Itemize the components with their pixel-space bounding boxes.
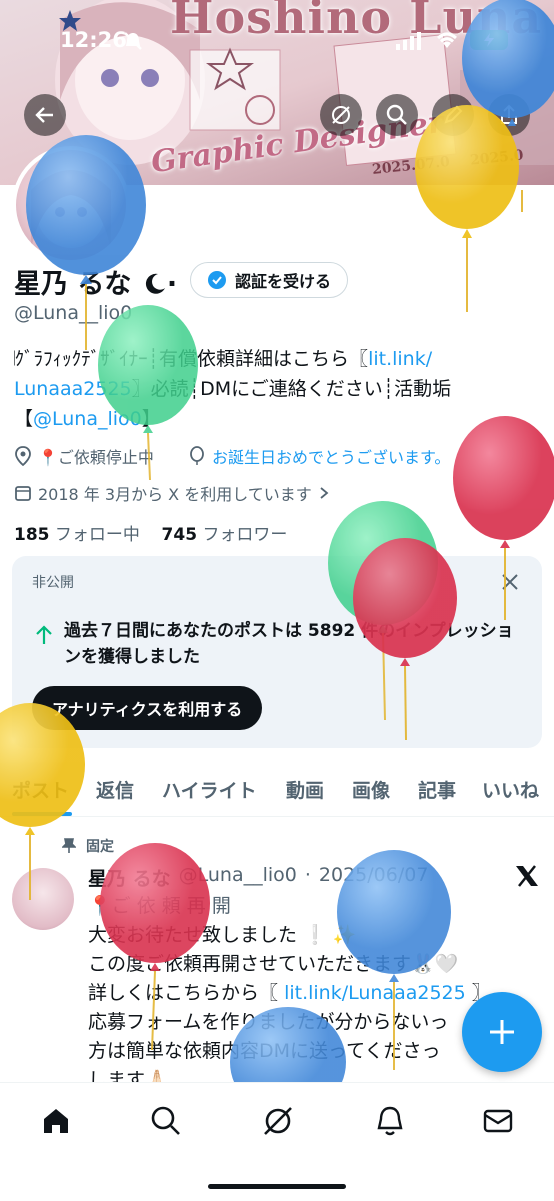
tab-articles[interactable]: 記事 — [418, 776, 456, 803]
mail-icon — [483, 1109, 513, 1133]
following-label: フォロー中 — [54, 525, 140, 545]
bio-link-litlink-a[interactable]: lit.link/ — [368, 348, 432, 370]
post-line-2: 大変お待たせ致しました ❕ ✨ — [88, 924, 357, 946]
battery-icon — [470, 30, 508, 50]
cellular-signal-icon — [396, 32, 421, 50]
follow-stats: 185 フォロー中 745 フォロワー — [14, 520, 287, 545]
nav-home[interactable] — [36, 1101, 76, 1141]
avatar-illustration — [31, 170, 111, 250]
joined-text: 2018 年 3月から X を利用しています — [38, 485, 312, 504]
arrow-up-icon — [36, 625, 52, 644]
bio-text-1: 𝄀ｸﾞﾗﾌｨｯｸﾃﾞｻﾞｲﾅｰ┊有償依頼詳細はこちら〖 — [14, 348, 369, 370]
analytics-card: 非公開 過去７日間にあなたのポストは 5892 件のインプレッションを獲得しまし… — [12, 556, 542, 748]
tab-images[interactable]: 画像 — [352, 776, 390, 803]
impressions-text: 過去７日間にあなたのポストは 5892 件のインプレッションを獲得しました — [64, 621, 514, 667]
nav-messages[interactable] — [478, 1101, 518, 1141]
get-verified-button[interactable]: 認証を受ける — [190, 262, 349, 298]
profile-location: 📍ご依頼停止中 — [14, 444, 154, 468]
grok-icon — [332, 106, 350, 124]
post-body: 📍ご 依 頼 再 開 大変お待たせ致しました ❕ ✨ この度ご依頼再開させていた… — [88, 892, 508, 1095]
following-count: 185 — [14, 525, 50, 545]
pinned-indicator: 固定 — [62, 836, 114, 856]
bio-link-litlink-b[interactable]: Lunaaa2525 — [14, 378, 132, 400]
tab-posts[interactable]: ポスト — [12, 776, 69, 803]
profile-joined[interactable]: 2018 年 3月から X を利用しています — [14, 481, 330, 505]
nav-grok[interactable] — [258, 1101, 298, 1141]
edit-button[interactable] — [432, 94, 474, 136]
followers-count: 745 — [161, 525, 198, 545]
home-indicator — [208, 1184, 346, 1189]
calendar-icon — [15, 486, 31, 501]
bio-bracket-open: 【 — [14, 408, 34, 430]
post-date: 2025/06/07 — [318, 864, 429, 886]
share-button[interactable] — [488, 94, 530, 136]
post-line-5: 応募フォームを作りましたが分からないっ — [88, 1011, 449, 1033]
nav-notifications[interactable] — [370, 1101, 410, 1141]
search-icon — [386, 104, 407, 125]
profile-tabs: ポスト 返信 ハイライト 動画 画像 記事 いいね — [0, 760, 554, 817]
website-text[interactable]: お誕生日おめでとうございます。 — [212, 444, 450, 468]
nav-search[interactable] — [146, 1101, 186, 1141]
balloon-icon — [190, 446, 204, 465]
profile-bio: 𝄀ｸﾞﾗﾌｨｯｸﾃﾞｻﾞｲﾅｰ┊有償依頼詳細はこちら〖lit.link/ Lun… — [14, 344, 544, 434]
post-handle: @Luna__lio0 — [178, 864, 297, 886]
post-line-1: 📍ご 依 頼 再 開 — [88, 895, 231, 917]
back-arrow-icon — [35, 107, 53, 123]
location-text: 📍ご依頼停止中 — [38, 448, 154, 467]
share-icon — [501, 104, 517, 124]
search-icon — [151, 1106, 180, 1135]
tab-videos[interactable]: 動画 — [286, 776, 324, 803]
verified-badge-icon — [208, 271, 226, 289]
profile-avatar[interactable] — [12, 146, 130, 264]
grok-icon — [264, 1107, 292, 1135]
post-line-3: この度ご依頼再開させていただきます🐰🤍 — [88, 953, 459, 975]
private-label: 非公開 — [32, 575, 74, 591]
bio-bracket-close: 】 — [141, 408, 161, 430]
post-avatar[interactable] — [12, 868, 74, 930]
tab-replies[interactable]: 返信 — [96, 776, 134, 803]
location-pin-icon — [15, 446, 31, 466]
active-tab-indicator — [12, 812, 72, 816]
grok-button[interactable] — [320, 94, 362, 136]
profile-name-suffix: · — [166, 269, 178, 300]
followers-label: フォロワー — [202, 525, 288, 545]
post-header: 星乃 るな @Luna__lio0 · 2025/06/07 — [88, 864, 429, 891]
close-icon[interactable] — [500, 572, 520, 592]
pin-icon — [62, 838, 76, 853]
tab-highlights[interactable]: ハイライト — [162, 776, 257, 803]
search-button[interactable] — [376, 94, 418, 136]
back-button[interactable] — [24, 94, 66, 136]
crescent-moon-icon — [145, 273, 165, 294]
post-line-4: 詳しくはこちらから〖 — [88, 982, 279, 1004]
following-link[interactable]: 185 フォロー中 — [14, 525, 140, 545]
post-link[interactable]: lit.link/Lunaaa2525 — [284, 982, 466, 1004]
bio-text-2: 〗必読┊DMにご連絡ください┊活動垢 — [131, 378, 452, 400]
profile-name: 星乃 るな · — [14, 262, 177, 301]
followers-link[interactable]: 745 フォロワー — [162, 525, 288, 545]
profile-website[interactable]: お誕生日おめでとうございます。 — [188, 444, 450, 468]
x-logo-icon — [516, 865, 538, 887]
profile-name-text: 星乃 るな — [14, 269, 132, 300]
silent-bell-icon — [124, 32, 142, 50]
pinned-label: 固定 — [86, 839, 114, 855]
post-author[interactable]: 星乃 るな — [88, 864, 171, 891]
edit-icon — [444, 105, 463, 124]
wifi-icon — [437, 32, 457, 48]
bell-icon — [377, 1106, 403, 1136]
plus-icon — [490, 1020, 514, 1044]
chevron-right-icon — [320, 487, 329, 499]
profile-handle: @Luna__lio0 — [14, 302, 133, 324]
bio-link-subaccount[interactable]: @Luna_lio0 — [33, 408, 142, 430]
compose-button[interactable] — [462, 992, 542, 1072]
home-icon — [44, 1109, 68, 1133]
get-verified-label: 認証を受ける — [235, 272, 332, 291]
status-time: 12:26 — [60, 28, 127, 52]
analytics-button[interactable]: アナリティクスを利用する — [32, 686, 263, 730]
tab-likes[interactable]: いいね — [482, 776, 539, 803]
post-line-6: 方は簡単な依頼内容DMに送ってくださっ — [88, 1040, 441, 1062]
